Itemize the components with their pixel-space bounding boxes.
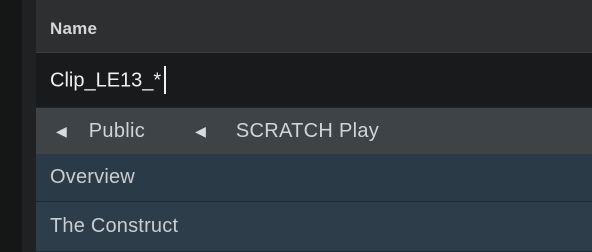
folder-list: Overview The Construct xyxy=(36,154,592,252)
name-filter-input[interactable]: Clip_LE13_* xyxy=(50,66,167,95)
left-gutter-divider xyxy=(22,0,36,252)
list-item-label: The Construct xyxy=(50,215,179,237)
left-gutter xyxy=(0,0,22,252)
list-item-overview[interactable]: Overview xyxy=(36,154,592,202)
list-item-label: Overview xyxy=(50,166,135,188)
back-arrow-icon: ◀ xyxy=(56,122,67,139)
list-item-the-construct[interactable]: The Construct xyxy=(36,202,592,252)
breadcrumb: ◀ Public ◀ SCRATCH Play xyxy=(36,108,592,154)
back-arrow-icon: ◀ xyxy=(195,122,206,139)
name-filter-text: Clip_LE13_* xyxy=(50,69,162,92)
name-header-label: Name xyxy=(50,19,98,38)
breadcrumb-item-public[interactable]: ◀ Public xyxy=(36,108,145,154)
breadcrumb-label: SCRATCH Play xyxy=(235,119,380,142)
name-column-header[interactable]: Name xyxy=(36,0,592,53)
name-filter-row[interactable]: Clip_LE13_* xyxy=(36,53,592,107)
clip-browser-panel: Name Clip_LE13_* ◀ Public ◀ SCRATCH Play… xyxy=(36,0,592,252)
breadcrumb-label: Public xyxy=(88,119,146,142)
breadcrumb-item-scratch-play[interactable]: ◀ SCRATCH Play xyxy=(145,108,379,154)
text-caret xyxy=(164,66,167,94)
browser-panel-frame: Name Clip_LE13_* ◀ Public ◀ SCRATCH Play… xyxy=(0,0,592,252)
